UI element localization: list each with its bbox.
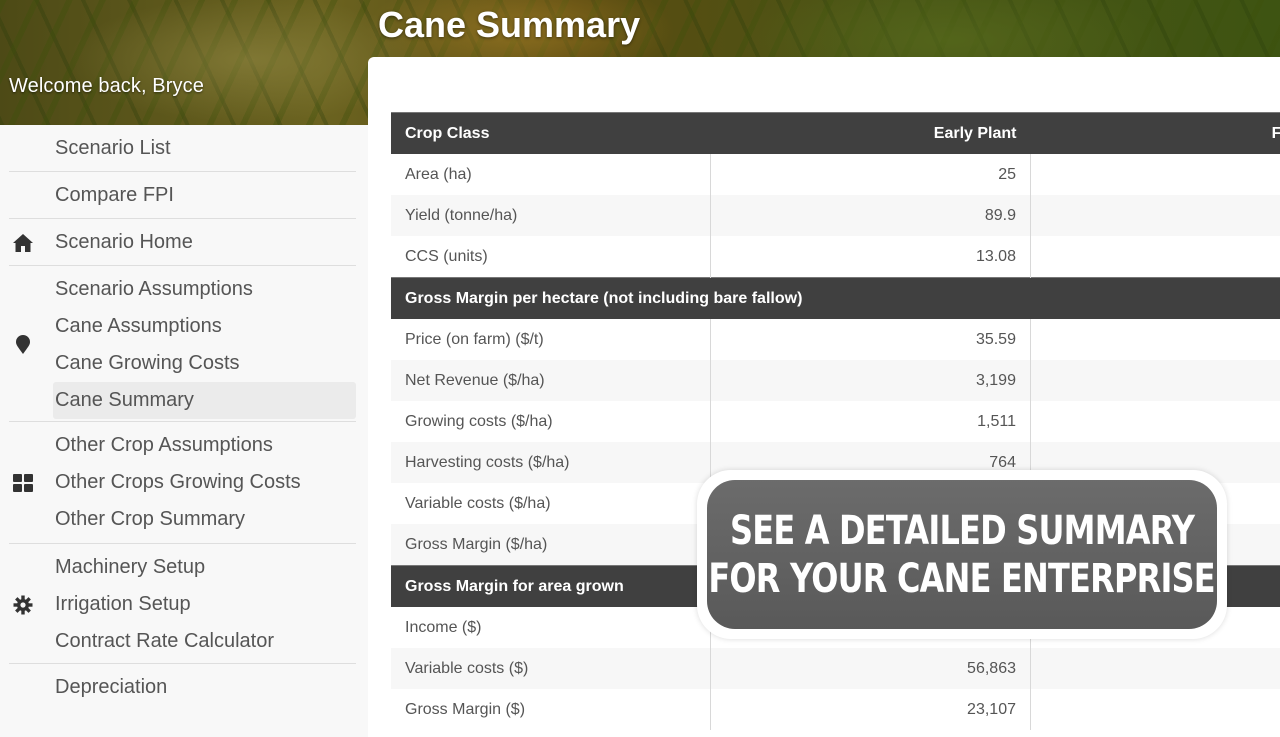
nav-group: Scenario Home xyxy=(9,219,356,266)
sidebar-item-scenario-list[interactable]: Scenario List xyxy=(53,130,356,167)
sidebar-item-scenario-home[interactable]: Scenario Home xyxy=(53,224,356,261)
sidebar-item-compare-fpi[interactable]: Compare FPI xyxy=(53,177,356,214)
table-section-row: Gross Margin per hectare (not including … xyxy=(391,277,1280,319)
cell-value: 34 xyxy=(1030,319,1280,360)
cell-value: 13.08 xyxy=(710,236,1031,278)
row-label: Variable costs ($/ha) xyxy=(391,483,711,524)
cell-value: 31, xyxy=(1030,648,1280,689)
row-label: Variable costs ($) xyxy=(391,648,711,689)
sidebar-item-contract-rate-calculator[interactable]: Contract Rate Calculator xyxy=(53,623,356,660)
cell-value: 35.59 xyxy=(710,319,1031,360)
row-label: CCS (units) xyxy=(391,236,711,278)
nav-group: Compare FPI xyxy=(9,172,356,219)
row-label: Net Revenue ($/ha) xyxy=(391,360,711,401)
promo-callout: SEE A DETAILED SUMMARY FOR YOUR CANE ENT… xyxy=(697,470,1227,639)
cell-value xyxy=(1030,195,1280,236)
sidebar-item-cane-summary[interactable]: Cane Summary xyxy=(53,382,356,419)
section-label: Gross Margin per hectare (not including … xyxy=(391,277,1280,319)
table-header-row: Crop ClassEarly PlantFirst Rat xyxy=(391,112,1280,154)
table-row: Yield (tonne/ha) 89.9 xyxy=(391,195,1280,236)
row-label: Yield (tonne/ha) xyxy=(391,195,711,236)
cell-value: 1,511 xyxy=(710,401,1031,442)
cell-value: 12 xyxy=(1030,236,1280,278)
row-label: Price (on farm) ($/t) xyxy=(391,319,711,360)
sidebar-item-scenario-assumptions[interactable]: Scenario Assumptions xyxy=(53,271,356,308)
table-row: Gross Margin ($)23,10743, xyxy=(391,689,1280,730)
table-row: Price (on farm) ($/t)35.5934 xyxy=(391,319,1280,360)
cell-value: 2, xyxy=(1030,360,1280,401)
sidebar-item-cane-assumptions[interactable]: Cane Assumptions xyxy=(53,308,356,345)
sidebar-item-other-crop-assumptions[interactable]: Other Crop Assumptions xyxy=(53,427,356,464)
table-row: Variable costs ($)56,86331, xyxy=(391,648,1280,689)
table-row: Growing costs ($/ha) 1,511 xyxy=(391,401,1280,442)
row-label: Harvesting costs ($/ha) xyxy=(391,442,711,483)
table-row: CCS (units)13.0812 xyxy=(391,236,1280,278)
nav-group: Scenario Assumptions Cane Assumptions Cane… xyxy=(9,266,356,422)
gear-icon xyxy=(11,593,35,617)
row-label: Gross Margin ($) xyxy=(391,689,711,730)
cell-value: 3,199 xyxy=(710,360,1031,401)
callout-line-2: FOR YOUR CANE ENTERPRISE xyxy=(708,555,1216,602)
page-title: Cane Summary xyxy=(378,4,641,45)
sidebar-item-machinery-setup[interactable]: Machinery Setup xyxy=(53,549,356,586)
row-label: Growing costs ($/ha) xyxy=(391,401,711,442)
nav-group: Other Crop Assumptions Other Crops Growin… xyxy=(9,422,356,544)
sidebar-nav: Scenario List Compare FPI Scenario Home Sce… xyxy=(0,125,368,720)
sidebar-item-depreciation[interactable]: Depreciation xyxy=(53,669,356,706)
sidebar-item-other-crop-summary[interactable]: Other Crop Summary xyxy=(53,501,356,538)
row-label: Gross Margin ($/ha) xyxy=(391,524,711,566)
sidebar-item-irrigation-setup[interactable]: Irrigation Setup xyxy=(53,586,356,623)
row-label: Area (ha) xyxy=(391,154,711,195)
table-row: Area (ha) 25 xyxy=(391,154,1280,195)
nav-group: Machinery Setup Irrigation Setup Contract … xyxy=(9,544,356,664)
column-header: Crop Class xyxy=(391,112,711,154)
grid-icon xyxy=(11,471,35,495)
cell-value: 89.9 xyxy=(710,195,1031,236)
welcome-message: Welcome back, Bryce xyxy=(9,75,204,97)
map-marker-icon xyxy=(11,333,35,357)
cell-value xyxy=(1030,154,1280,195)
cell-value: 25 xyxy=(710,154,1031,195)
promo-callout-inner: SEE A DETAILED SUMMARY FOR YOUR CANE ENT… xyxy=(707,480,1217,629)
cell-value: 43, xyxy=(1030,689,1280,730)
table-row: Net Revenue ($/ha)3,1992, xyxy=(391,360,1280,401)
callout-line-1: SEE A DETAILED SUMMARY xyxy=(729,507,1195,554)
cell-value: 23,107 xyxy=(710,689,1031,730)
home-icon xyxy=(11,231,35,255)
nav-group: Scenario List xyxy=(9,125,356,172)
nav-group: Depreciation xyxy=(9,664,356,706)
sidebar-item-other-crops-growing-costs[interactable]: Other Crops Growing Costs xyxy=(53,464,356,501)
row-label: Income ($) xyxy=(391,607,711,648)
sidebar-item-cane-growing-costs[interactable]: Cane Growing Costs xyxy=(53,345,356,382)
cell-value xyxy=(1030,401,1280,442)
cell-value: 56,863 xyxy=(710,648,1031,689)
column-header: First Rat xyxy=(1030,112,1280,154)
column-header: Early Plant xyxy=(710,112,1031,154)
